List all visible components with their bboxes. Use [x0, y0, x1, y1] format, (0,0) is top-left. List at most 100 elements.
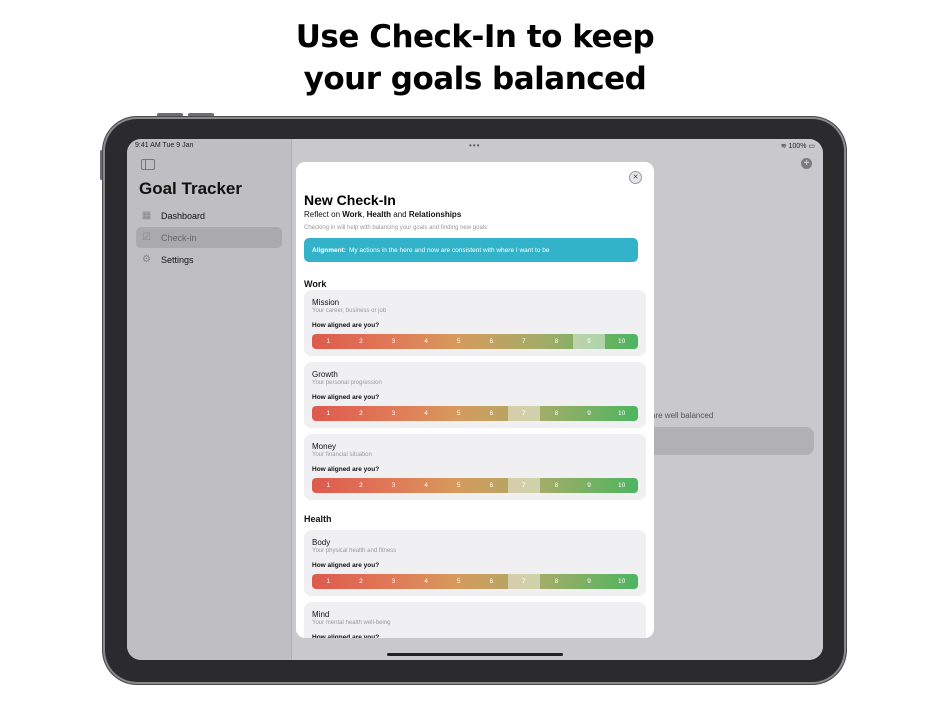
section-title: Work [304, 279, 327, 289]
sidebar-item-label: Dashboard [161, 210, 206, 221]
goal-description: Your physical health and fitness [312, 548, 397, 554]
goal-title: Mind [312, 610, 330, 619]
scale-option-4[interactable]: 4 [410, 478, 443, 493]
scale-option-3[interactable]: 3 [377, 406, 410, 421]
goal-title: Mission [312, 298, 340, 307]
goal-description: Your mental health well-being [312, 620, 391, 626]
alignment-question: How aligned are you? [312, 466, 380, 473]
alignment-question: How aligned are you? [312, 322, 380, 329]
scale-option-10[interactable]: 10 [605, 478, 638, 493]
scale-option-6[interactable]: 6 [475, 478, 508, 493]
scale-option-8[interactable]: 8 [540, 478, 573, 493]
scale-option-6[interactable]: 6 [475, 406, 508, 421]
modal-title: New Check-In [304, 192, 396, 208]
scale-option-9[interactable]: 9 [573, 478, 606, 493]
alignment-question: How aligned are you? [312, 394, 380, 401]
sidebar-item-label: Settings [161, 254, 194, 265]
goal-title: Growth [312, 370, 338, 379]
scale-option-4[interactable]: 4 [410, 574, 443, 589]
scale-option-1[interactable]: 1 [312, 574, 345, 589]
subtitle-prefix: Reflect on [304, 210, 343, 219]
sidebar-toggle-icon[interactable] [141, 159, 155, 170]
goal-card: Mind Your mental health well-being How ali… [304, 602, 646, 638]
scale-option-1[interactable]: 1 [312, 406, 345, 421]
goal-title: Money [312, 442, 337, 451]
goal-card: Growth Your personal progression How align… [304, 362, 646, 428]
sidebar-item-dashboard[interactable]: ▦ Dashboard [136, 205, 282, 226]
scale-option-9[interactable]: 9 [573, 406, 606, 421]
subtitle-health: Health [366, 210, 392, 219]
sidebar-item-settings[interactable]: ⚙ Settings [136, 249, 282, 270]
battery-icon: ▭ [808, 143, 815, 150]
subtitle-sep: and [391, 210, 409, 219]
scale-option-7[interactable]: 7 [507, 406, 541, 421]
subtitle-work: Work [342, 210, 363, 219]
sidebar-item-check-in[interactable]: ☑ Check-in [136, 227, 282, 248]
sidebar-item-label: Check-in [161, 232, 197, 243]
modal-hint: Checking in will help with balancing you… [304, 225, 488, 231]
ipad-device-frame: Goal Tracker ▦ Dashboard ☑ Check-in ⚙ Se… [103, 117, 846, 684]
alignment-question: How aligned are you? [312, 562, 380, 569]
sidebar: Goal Tracker ▦ Dashboard ☑ Check-in ⚙ Se… [127, 139, 292, 660]
section-title: Health [304, 514, 332, 524]
headline-line-2: your goals balanced [303, 61, 647, 97]
scale-option-5[interactable]: 5 [442, 406, 475, 421]
ipad-screen: Goal Tracker ▦ Dashboard ☑ Check-in ⚙ Se… [127, 139, 823, 660]
scale-option-2[interactable]: 2 [345, 334, 378, 349]
scale-option-10[interactable]: 10 [605, 334, 638, 349]
goal-title: Body [312, 538, 331, 547]
scale-option-8[interactable]: 8 [540, 334, 573, 349]
scale-option-7[interactable]: 7 [508, 334, 541, 349]
status-right: ≋ 100% ▭ [781, 142, 815, 150]
background-button [651, 427, 814, 455]
alignment-scale: 1 2 3 4 5 6 7 8 9 10 [312, 334, 638, 349]
dashboard-icon: ▦ [141, 210, 152, 221]
battery-level: 100% [788, 143, 807, 150]
goal-description: Your career, business or job [312, 308, 387, 314]
banner-text: My actions in the here and now are consi… [348, 246, 550, 254]
goal-description: Your financial situation [312, 452, 372, 458]
scale-option-3[interactable]: 3 [377, 574, 410, 589]
alignment-scale: 1 2 3 4 5 6 7 8 9 10 [312, 406, 638, 421]
scale-option-4[interactable]: 4 [410, 334, 443, 349]
scale-option-2[interactable]: 2 [345, 478, 378, 493]
scale-option-5[interactable]: 5 [442, 478, 475, 493]
gear-icon: ⚙ [142, 254, 151, 265]
scale-option-9[interactable]: 9 [572, 334, 606, 349]
scale-option-5[interactable]: 5 [442, 334, 475, 349]
alignment-banner: Alignment: My actions in the here and no… [304, 238, 638, 262]
scale-option-8[interactable]: 8 [540, 406, 573, 421]
scale-option-8[interactable]: 8 [540, 574, 573, 589]
alignment-question: How aligned are you? [312, 634, 380, 638]
scale-option-4[interactable]: 4 [410, 406, 443, 421]
scale-option-1[interactable]: 1 [312, 478, 345, 493]
scale-option-7[interactable]: 7 [507, 574, 541, 589]
scale-option-2[interactable]: 2 [345, 406, 378, 421]
scale-option-10[interactable]: 10 [605, 406, 638, 421]
scale-option-2[interactable]: 2 [345, 574, 378, 589]
goal-card: Body Your physical health and fitness How … [304, 530, 646, 596]
headline: Use Check-In to keep your goals balanced [0, 16, 950, 100]
goal-card: Mission Your career, business or job How a… [304, 290, 646, 356]
checkin-icon: ☑ [142, 232, 151, 243]
app-title: Goal Tracker [139, 179, 243, 198]
add-icon[interactable]: + [801, 158, 812, 169]
subtitle-relationships: Relationships [408, 210, 462, 219]
goal-description: Your personal progression [312, 380, 382, 386]
banner-label: Alignment: [312, 246, 346, 254]
scale-option-9[interactable]: 9 [573, 574, 606, 589]
scale-option-10[interactable]: 10 [605, 574, 638, 589]
multitasking-dots-icon[interactable]: ••• [469, 141, 480, 150]
home-indicator [387, 653, 563, 656]
headline-line-1: Use Check-In to keep [295, 19, 655, 55]
modal-subtitle: Reflect on Work, Health and Relationship… [304, 210, 461, 219]
scale-option-7[interactable]: 7 [507, 478, 541, 493]
scale-option-5[interactable]: 5 [442, 574, 475, 589]
close-icon[interactable]: ✕ [629, 171, 642, 184]
scale-option-6[interactable]: 6 [475, 574, 508, 589]
check-in-modal: ✕ New Check-In Reflect on Work, Health a… [296, 162, 654, 638]
scale-option-6[interactable]: 6 [475, 334, 508, 349]
scale-option-3[interactable]: 3 [377, 334, 410, 349]
scale-option-1[interactable]: 1 [312, 334, 345, 349]
scale-option-3[interactable]: 3 [377, 478, 410, 493]
